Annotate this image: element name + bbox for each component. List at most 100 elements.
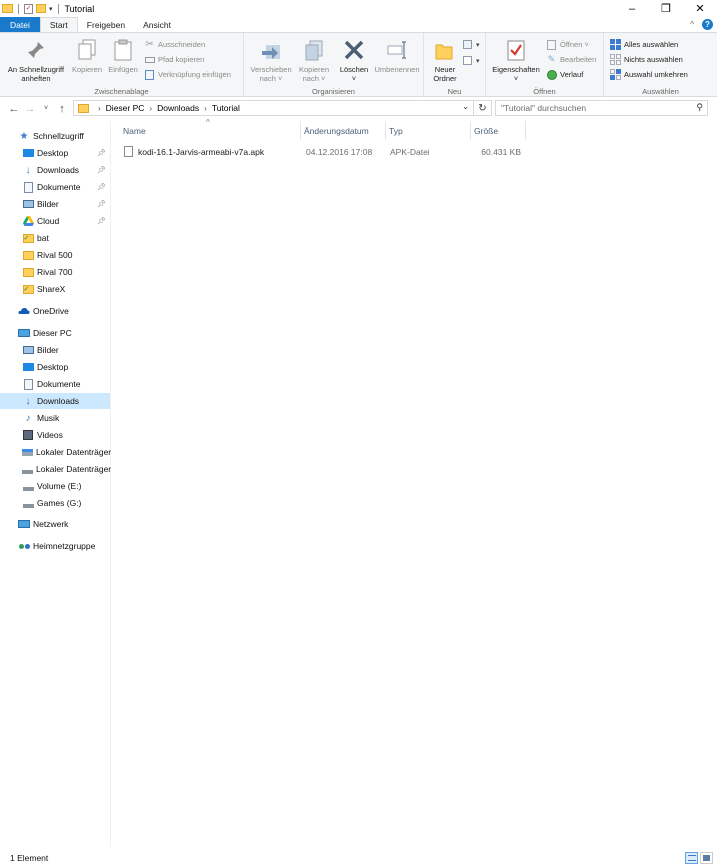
group-organize: Verschieben nach ˅ Kopieren nach ˅ Lösch…: [244, 33, 424, 97]
sidebar-item-local-disk-c[interactable]: Lokaler Datenträger: [0, 444, 111, 460]
sidebar-item-music[interactable]: ♪ Musik: [0, 410, 110, 426]
homegroup-icon: [18, 540, 30, 552]
pin-icon[interactable]: 📌︎: [97, 183, 106, 191]
history-icon: [546, 69, 557, 80]
status-bar: 1 Element: [0, 848, 717, 868]
sidebar-item-pictures[interactable]: Bilder 📌︎: [0, 196, 110, 212]
cut-button[interactable]: ✂ Ausschneiden: [144, 39, 205, 50]
history-button[interactable]: Verlauf: [546, 69, 583, 80]
customize-qat-icon[interactable]: ▾: [49, 5, 53, 13]
sidebar-item-onedrive[interactable]: OneDrive: [0, 303, 110, 319]
chevron-down-icon[interactable]: ⌄: [462, 102, 469, 111]
file-icon: [124, 143, 133, 160]
sidebar-item-network[interactable]: Netzwerk: [0, 516, 110, 532]
pin-icon[interactable]: 📌︎: [97, 217, 106, 225]
properties-button[interactable]: Eigenschaften ˅: [488, 37, 544, 83]
sidebar-item-local-disk-d[interactable]: Lokaler Datenträger: [0, 461, 111, 477]
copy-to-button[interactable]: Kopieren nach ˅: [296, 37, 332, 83]
copy-icon: [74, 37, 100, 63]
select-all-button[interactable]: Alles auswählen: [610, 39, 678, 50]
select-all-icon: [610, 39, 621, 50]
edit-button[interactable]: ✎ Bearbeiten: [546, 54, 597, 65]
ribbon: An Schnellzugriff anheften Kopieren Einf…: [0, 32, 717, 97]
tab-view[interactable]: Ansicht: [134, 17, 180, 32]
music-icon: ♪: [25, 412, 31, 424]
sidebar-item-videos[interactable]: Videos: [0, 427, 110, 443]
up-button[interactable]: ↑: [54, 101, 70, 117]
sidebar-item-homegroup[interactable]: Heimnetzgruppe: [0, 538, 110, 554]
pin-icon[interactable]: 📌︎: [97, 200, 106, 208]
sidebar-item-documents[interactable]: Dokumente: [0, 376, 110, 392]
breadcrumb-downloads[interactable]: Downloads: [157, 103, 199, 113]
maximize-button[interactable]: ❐: [649, 0, 683, 17]
new-folder-icon: [432, 37, 458, 63]
sidebar-item-pictures[interactable]: Bilder: [0, 342, 110, 358]
properties-icon[interactable]: ✓: [24, 3, 33, 14]
rename-button[interactable]: Umbenennen: [372, 37, 422, 74]
table-row[interactable]: kodi-16.1-Jarvis-armeabi-v7a.apk 04.12.2…: [120, 143, 524, 160]
sidebar-item-documents[interactable]: Dokumente 📌︎: [0, 179, 110, 195]
copy-path-button[interactable]: Pfad kopieren: [144, 54, 204, 65]
sidebar-item-sharex[interactable]: ✓ ShareX: [0, 281, 110, 297]
column-header-date[interactable]: Änderungsdatum: [301, 121, 386, 140]
open-button[interactable]: Öffnen ˅: [546, 39, 589, 50]
sidebar-item-volume-e[interactable]: Volume (E:): [0, 478, 110, 494]
column-header-size[interactable]: Größe: [471, 121, 526, 140]
delete-button[interactable]: Löschen ˅: [336, 37, 372, 83]
sidebar-item-rival-500[interactable]: Rival 500: [0, 247, 110, 263]
column-header-name[interactable]: Name: [120, 121, 301, 140]
pin-icon[interactable]: 📌︎: [97, 166, 106, 174]
breadcrumb-tutorial[interactable]: Tutorial: [212, 103, 240, 113]
collapse-ribbon-icon[interactable]: ^: [690, 20, 694, 29]
forward-button[interactable]: →: [22, 101, 38, 117]
search-input[interactable]: "Tutorial" durchsuchen ⚲: [495, 100, 708, 116]
large-icons-view-button[interactable]: [700, 852, 713, 864]
download-arrow-icon: ↓: [25, 395, 31, 407]
sidebar-item-cloud[interactable]: Cloud 📌︎: [0, 213, 110, 229]
pin-icon[interactable]: 📌︎: [97, 149, 106, 157]
navigation-pane: ★ Schnellzugriff Desktop 📌︎ ↓ Downloads …: [0, 121, 111, 847]
recent-locations-button[interactable]: ˅: [38, 101, 54, 117]
new-folder-button[interactable]: Neuer Ordner: [428, 37, 462, 83]
file-date: 04.12.2016 17:08: [306, 146, 373, 157]
folder-check-icon: ✓: [22, 232, 34, 244]
tab-start[interactable]: Start: [39, 17, 78, 32]
sidebar-item-desktop[interactable]: Desktop: [0, 359, 110, 375]
chevron-right-icon[interactable]: ›: [98, 104, 101, 113]
download-arrow-icon: ↓: [25, 164, 31, 176]
close-button[interactable]: ✕: [683, 0, 717, 17]
sidebar-item-desktop[interactable]: Desktop 📌︎: [0, 145, 110, 161]
paste-shortcut-button[interactable]: Verknüpfung einfügen: [144, 69, 231, 80]
details-view-button[interactable]: [685, 852, 698, 864]
group-label: Auswählen: [642, 87, 679, 96]
pin-quick-access-button[interactable]: An Schnellzugriff anheften: [4, 37, 68, 83]
tab-file[interactable]: Datei: [0, 17, 40, 32]
group-label: Organisieren: [312, 87, 355, 96]
move-to-button[interactable]: Verschieben nach ˅: [248, 37, 294, 83]
tab-share[interactable]: Freigeben: [78, 17, 134, 32]
sidebar-item-rival-700[interactable]: Rival 700: [0, 264, 110, 280]
paste-button[interactable]: Einfügen: [106, 37, 140, 74]
sidebar-item-quick-access[interactable]: ★ Schnellzugriff: [0, 128, 110, 144]
select-none-button[interactable]: Nichts auswählen: [610, 54, 683, 65]
sidebar-item-downloads[interactable]: ↓ Downloads: [0, 393, 110, 409]
sidebar-item-downloads[interactable]: ↓ Downloads 📌︎: [0, 162, 110, 178]
chevron-right-icon[interactable]: ›: [204, 104, 207, 113]
back-button[interactable]: ←: [6, 101, 22, 117]
new-item-button[interactable]: ▾: [462, 39, 480, 50]
copy-button[interactable]: Kopieren: [70, 37, 104, 74]
easy-access-button[interactable]: ▾: [462, 55, 480, 66]
minimize-button[interactable]: –: [615, 0, 649, 17]
help-icon[interactable]: ?: [702, 19, 713, 30]
sidebar-item-this-pc[interactable]: Dieser PC: [0, 325, 110, 341]
breadcrumb-this-pc[interactable]: Dieser PC: [106, 103, 145, 113]
refresh-button[interactable]: ↻: [474, 100, 492, 116]
chevron-right-icon[interactable]: ›: [149, 104, 152, 113]
invert-selection-button[interactable]: Auswahl umkehren: [610, 69, 688, 80]
column-header-type[interactable]: Typ: [386, 121, 471, 140]
sidebar-item-bat[interactable]: ✓ bat: [0, 230, 110, 246]
sidebar-item-games-g[interactable]: Games (G:): [0, 495, 110, 511]
document-icon: [22, 378, 34, 390]
new-folder-icon[interactable]: [36, 4, 46, 13]
address-bar[interactable]: › Dieser PC › Downloads › Tutorial ⌄: [73, 100, 474, 116]
